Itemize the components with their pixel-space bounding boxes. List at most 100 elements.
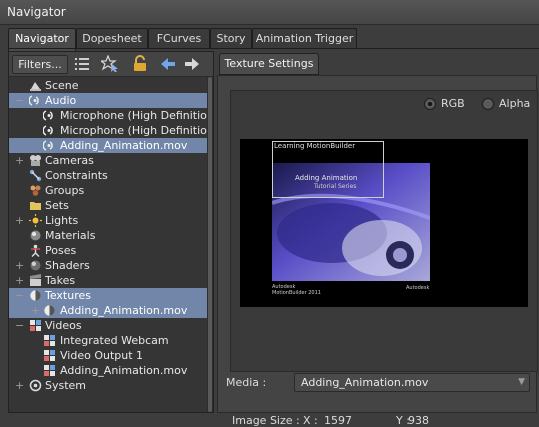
tree-item-microphone-2[interactable]: Microphone (High Definition Au [9,123,207,138]
tree-item-label: Integrated Webcam [60,334,169,347]
filters-button[interactable]: Filters... [12,55,68,74]
video-icon [30,320,41,331]
tree-item-scene[interactable]: Scene [9,78,207,93]
tree-item-label: Adding_Animation.mov [60,139,188,152]
tree-item-label: Microphone (High Definition Au [60,109,207,122]
tab-bar: Navigator Dopesheet FCurves Story Animat… [8,28,539,51]
video-icon [44,365,55,376]
alpha-radio-indicator[interactable] [482,98,494,110]
tree-item-system[interactable]: + System [9,378,207,393]
back-arrow-icon[interactable] [159,55,177,73]
media-dropdown[interactable]: Adding_Animation.mov ▼ [294,373,530,392]
rgb-radio-label: RGB [441,97,465,110]
tree-item-poses[interactable]: Poses [9,243,207,258]
tree-item-label: Microphone (High Definition Au [60,124,207,137]
video-icon [44,335,55,346]
preview-heading-text: Adding Animation [295,174,358,182]
tree-item-groups[interactable]: Groups [9,183,207,198]
tree-item-label: Textures [45,289,91,302]
tree-item-video-output[interactable]: Video Output 1 [9,348,207,363]
audio-icon [43,125,53,136]
alpha-radio-label: Alpha [499,97,531,110]
list-view-icon[interactable] [73,55,91,73]
tree-item-video-adding-animation[interactable]: Adding_Animation.mov [9,363,207,378]
material-icon [30,230,41,241]
tree-item-label: Materials [45,229,96,242]
tab-divider [8,48,539,49]
window-title: Navigator [7,5,66,19]
star-select-icon[interactable] [101,55,119,73]
tree-item-label: Scene [45,79,79,92]
tree-item-videos[interactable]: − Videos [9,318,207,333]
tree-item-label: System [45,379,87,392]
tree-item-sets[interactable]: Sets [9,198,207,213]
pose-icon [31,244,40,257]
tree-item-audio[interactable]: − Audio [9,93,207,108]
navigator-toolbar: Filters... [9,52,213,77]
navigator-tree: Scene − Audio Microphone (High Definitio… [9,77,207,412]
tree-item-audio-adding-animation[interactable]: Adding_Animation.mov [9,138,207,153]
audio-icon [43,110,53,121]
group-icon [30,185,41,196]
tree-item-constraints[interactable]: Constraints [9,168,207,183]
window-titlebar: Navigator [0,0,539,25]
texture-settings-body: RGB Alpha Learning MotionBuilder Adding … [217,75,538,427]
tree-item-texture-adding-animation[interactable]: + Adding_Animation.mov [9,303,207,318]
preview-subtitle-text: Tutorial Series [314,183,357,190]
tree-item-label: Adding_Animation.mov [60,364,188,377]
tree-item-label: Shaders [45,259,90,272]
folder-icon [30,202,41,210]
preview-title-text: Learning MotionBuilder [274,142,356,150]
image-x-label: X : [303,414,318,427]
image-y-value: 938 [408,414,429,427]
forward-arrow-icon[interactable] [183,55,201,73]
tree-item-label: Video Output 1 [60,349,144,362]
take-icon [30,274,41,286]
tree-item-label: Takes [45,274,76,287]
tree-item-shaders[interactable]: + Shaders [9,258,207,273]
image-size-label: Image Size : [232,414,300,427]
camera-icon [30,155,41,166]
tree-item-label: Lights [45,214,79,227]
tab-texture-settings[interactable]: Texture Settings [219,53,319,75]
tab-fcurves[interactable]: FCurves [148,28,210,49]
tree-item-lights[interactable]: + Lights [9,213,207,228]
light-icon [29,214,42,227]
tree-item-label: Audio [45,94,77,107]
tab-animation-trigger[interactable]: Animation Trigger [252,28,357,49]
tree-item-label: Cameras [45,154,94,167]
audio-icon [43,140,53,151]
tree-item-materials[interactable]: Materials [9,228,207,243]
texture-preview-image: Learning MotionBuilder Adding Animation … [240,139,528,307]
tree-item-cameras[interactable]: + Cameras [9,153,207,168]
texture-icon [30,290,41,301]
shader-icon [30,260,41,271]
audio-icon [29,95,39,106]
tree-item-microphone-1[interactable]: Microphone (High Definition Au [9,108,207,123]
tree-item-label: Videos [45,319,82,332]
tree-item-textures[interactable]: − Textures [9,288,207,303]
system-icon [29,379,42,392]
lock-icon[interactable] [131,55,149,73]
tree-scrollbar-thumb[interactable] [208,77,212,412]
navigator-panel: Filters... Scene − Audio Microphone (Hig… [8,51,214,413]
texture-icon [44,305,55,316]
tree-item-integrated-webcam[interactable]: Integrated Webcam [9,333,207,348]
video-icon [44,350,55,361]
tree-item-label: Groups [45,184,85,197]
rgb-radio-indicator[interactable] [424,98,436,110]
tree-scrollbar[interactable] [207,77,213,412]
scene-icon [30,82,41,91]
tab-dopesheet[interactable]: Dopesheet [76,28,148,49]
tree-item-label: Sets [45,199,69,212]
tree-item-label: Constraints [45,169,108,182]
media-label: Media : [226,376,267,389]
tab-story[interactable]: Story [210,28,252,49]
preview-footer-left: Autodesk MotionBuilder 2011 [272,284,321,296]
image-x-value: 1597 [324,414,352,427]
preview-footer-right: Autodesk [406,285,430,291]
tree-item-takes[interactable]: + Takes [9,273,207,288]
tree-item-label: Poses [45,244,77,257]
constraint-icon [29,169,42,182]
chevron-down-icon[interactable]: ▼ [518,377,525,387]
